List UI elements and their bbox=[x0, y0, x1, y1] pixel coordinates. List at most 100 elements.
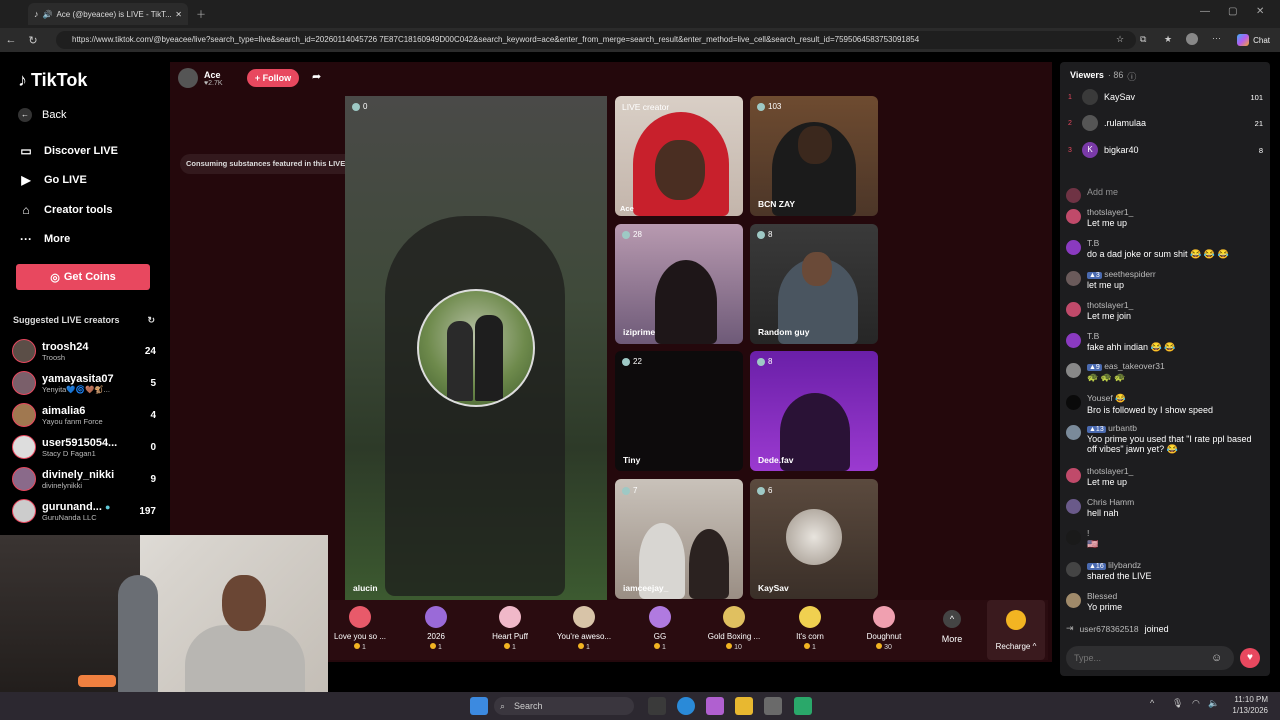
recharge-button[interactable]: Recharge ^ bbox=[987, 600, 1045, 660]
viewer-score: 8 bbox=[1258, 145, 1263, 155]
url-field[interactable]: https://www.tiktok.com/@byeacee/live?sea… bbox=[56, 31, 1136, 49]
guest-video[interactable] bbox=[750, 351, 878, 471]
copilot-icon[interactable] bbox=[706, 697, 724, 715]
gift-item[interactable]: Doughnut 30 bbox=[848, 606, 920, 651]
gift-item[interactable]: You're aweso... 1 bbox=[548, 606, 620, 651]
app-icon[interactable] bbox=[794, 697, 812, 715]
chat-user[interactable]: thotslayer1_ bbox=[1087, 466, 1133, 476]
copilot-chat-button[interactable]: Chat bbox=[1231, 31, 1276, 49]
nav-creator-tools[interactable]: ⌂ Creator tools bbox=[18, 203, 112, 217]
emoji-icon[interactable]: ☺ bbox=[1211, 652, 1222, 664]
guest-video[interactable] bbox=[750, 96, 878, 216]
chat-user[interactable]: thotslayer1_ bbox=[1087, 207, 1133, 217]
guest-video[interactable] bbox=[615, 96, 743, 216]
gift-item[interactable]: 2026 1 bbox=[400, 606, 472, 651]
share-icon[interactable]: ➦ bbox=[312, 70, 321, 83]
suggested-creator[interactable]: gurunand... ● GuruNanda LLC 197 bbox=[12, 498, 156, 524]
chat-user[interactable]: Chris Hamm bbox=[1087, 497, 1134, 507]
avatar bbox=[12, 467, 36, 491]
gift-name: 2026 bbox=[427, 632, 445, 641]
taskbar-search[interactable]: ⌕ Search bbox=[494, 697, 634, 715]
windows-start-icon[interactable] bbox=[470, 697, 488, 715]
host-avatar[interactable] bbox=[178, 68, 198, 88]
nav-go-live[interactable]: ▶ Go LIVE bbox=[18, 173, 86, 187]
browser-tab[interactable]: ♪ 🔊 Ace (@byeacee) is LIVE - TikT... ✕ bbox=[28, 3, 188, 25]
suggested-creator[interactable]: yamayasita07 Yenyita💙🌀🤎🐒... 5 bbox=[12, 370, 156, 396]
refresh-icon[interactable]: ↻ bbox=[22, 34, 44, 47]
guest-name: Tiny bbox=[623, 455, 641, 465]
gift-icon bbox=[573, 606, 595, 628]
top-viewer-row[interactable]: 2 .rulamulaa 21 bbox=[1068, 114, 1263, 132]
gift-item[interactable]: Love you so ... 1 bbox=[324, 606, 396, 651]
chat-user[interactable]: ▲16 lilybandz bbox=[1087, 560, 1152, 570]
guest-video[interactable] bbox=[615, 479, 743, 599]
close-window-icon[interactable]: ✕ bbox=[1256, 6, 1264, 17]
chat-user[interactable]: ▲13 urbantb bbox=[1087, 423, 1261, 433]
volume-icon[interactable]: 🔈 bbox=[1208, 698, 1219, 709]
back-arrow-icon[interactable]: ← bbox=[0, 34, 22, 46]
guest-video[interactable] bbox=[615, 351, 743, 471]
gift-item[interactable]: GG 1 bbox=[624, 606, 696, 651]
gift-item[interactable]: Gold Boxing ... 10 bbox=[698, 606, 770, 651]
gift-icon bbox=[649, 606, 671, 628]
favorites-icon[interactable]: ★ bbox=[1164, 34, 1172, 45]
menu-dots-icon[interactable]: ··· bbox=[1212, 33, 1221, 43]
more-gifts-button[interactable]: ^ More bbox=[930, 610, 974, 644]
chat-user[interactable]: T.B bbox=[1087, 238, 1229, 248]
new-tab-icon[interactable]: ＋ bbox=[196, 6, 206, 21]
search-label: Search bbox=[514, 701, 543, 711]
nav-discover-live[interactable]: ▭ Discover LIVE bbox=[18, 144, 118, 158]
guest-video[interactable] bbox=[615, 224, 743, 344]
maximize-icon[interactable]: ▢ bbox=[1228, 6, 1237, 17]
follow-button[interactable]: + Follow bbox=[247, 69, 299, 87]
tiktok-logo[interactable]: ♪ TikTok bbox=[18, 70, 87, 91]
close-tab-icon[interactable]: ✕ bbox=[175, 10, 182, 19]
extensions-icon[interactable]: ⧉ bbox=[1140, 34, 1146, 45]
info-icon[interactable]: ⓘ bbox=[1127, 70, 1136, 83]
minimize-icon[interactable]: — bbox=[1200, 6, 1210, 17]
recharge-label: Recharge ^ bbox=[995, 642, 1037, 651]
settings-icon[interactable] bbox=[764, 697, 782, 715]
get-coins-button[interactable]: ◎ Get Coins bbox=[16, 264, 150, 290]
microphone-tray-icon[interactable]: 🎙 bbox=[1172, 698, 1183, 709]
suggested-creator[interactable]: user5915054... Stacy D Fagan1 0 bbox=[12, 434, 156, 460]
chat-user[interactable]: ▲3 seethespiderr bbox=[1087, 269, 1156, 279]
gift-item[interactable]: Heart Puff 1 bbox=[474, 606, 546, 651]
suggested-creator[interactable]: troosh24 Troosh 24 bbox=[12, 338, 156, 364]
tray-chevron-up-icon[interactable]: ^ bbox=[1150, 698, 1154, 708]
refresh-suggestions-icon[interactable]: ↻ bbox=[147, 315, 155, 326]
gift-name: Doughnut bbox=[866, 632, 902, 641]
nav-more[interactable]: ··· More bbox=[18, 232, 70, 246]
chat-text: Yoo prime you used that "I rate ppl base… bbox=[1087, 434, 1252, 454]
chat-user[interactable]: T.B bbox=[1087, 331, 1175, 341]
edge-icon[interactable] bbox=[677, 697, 695, 715]
file-explorer-icon[interactable] bbox=[735, 697, 753, 715]
chat-user[interactable]: user678362518 bbox=[1080, 624, 1139, 634]
top-viewer-row[interactable]: 3 Kbigkar40 8 bbox=[1068, 141, 1263, 159]
favorite-star-icon[interactable]: ☆ bbox=[1116, 34, 1124, 45]
gift-item[interactable]: It's corn 1 bbox=[774, 606, 846, 651]
audio-icon[interactable]: 🔊 bbox=[43, 10, 53, 19]
profile-avatar[interactable] bbox=[1186, 33, 1198, 45]
chat-user[interactable]: thotslayer1_ bbox=[1087, 300, 1133, 310]
host-info[interactable]: Ace ♥2.7K bbox=[178, 68, 223, 88]
address-bar-row: ← ↻ https://www.tiktok.com/@byeacee/live… bbox=[0, 28, 1280, 52]
chat-input[interactable] bbox=[1066, 646, 1234, 670]
chat-user[interactable]: Yousef 😂 bbox=[1087, 393, 1213, 404]
chat-user[interactable]: ▲9 eas_takeover31 bbox=[1087, 361, 1165, 371]
guest-video[interactable] bbox=[750, 224, 878, 344]
task-view-icon[interactable] bbox=[648, 697, 666, 715]
avatar bbox=[12, 435, 36, 459]
taskbar-clock[interactable]: 11:10 PM 1/13/2026 bbox=[1232, 694, 1268, 716]
guest-video[interactable] bbox=[750, 479, 878, 599]
guest-viewer-count: 22 bbox=[622, 357, 642, 366]
wifi-icon[interactable]: ◠ bbox=[1192, 698, 1200, 709]
top-viewer-row[interactable]: 1 KaySav 101 bbox=[1068, 88, 1263, 106]
suggested-creator[interactable]: divinely_nikki divinelynikki 9 bbox=[12, 466, 156, 492]
back-button[interactable]: ← Back bbox=[18, 108, 66, 122]
chat-text: Bro is followed by I show speed bbox=[1087, 405, 1214, 415]
like-heart-button[interactable]: ♥ bbox=[1240, 648, 1260, 668]
suggested-creator[interactable]: aimalia6 Yayou fanm Force 4 bbox=[12, 402, 156, 428]
chat-user[interactable]: ! bbox=[1087, 528, 1098, 538]
chat-user[interactable]: Blessed bbox=[1087, 591, 1122, 601]
